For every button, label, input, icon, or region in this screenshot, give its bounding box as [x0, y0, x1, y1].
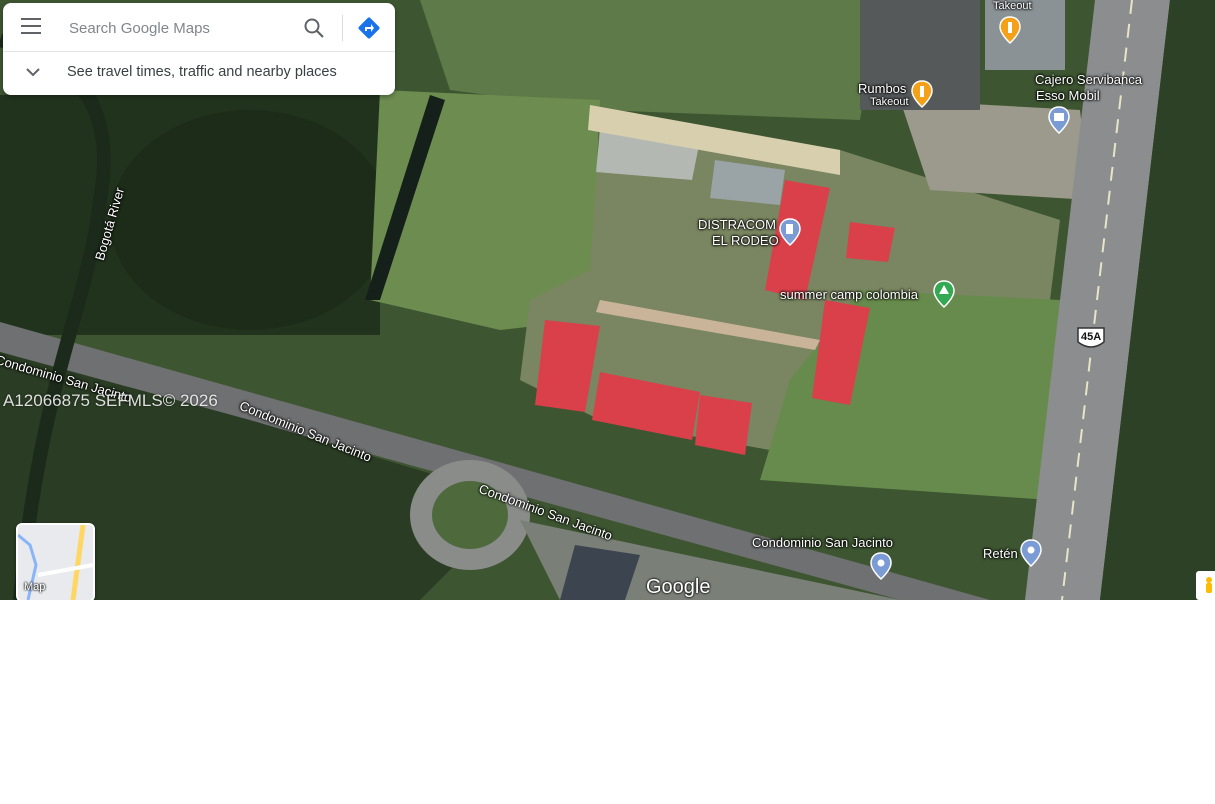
place-pin-icon[interactable]	[1020, 539, 1042, 568]
travel-times-text: See travel times, traffic and nearby pla…	[67, 64, 337, 80]
poi-distracom-label[interactable]: DISTRACOM	[698, 217, 776, 232]
poi-takeout-label[interactable]: Takeout	[993, 0, 1032, 12]
poi-reten-label[interactable]: Retén	[983, 546, 1018, 561]
atm-pin-icon[interactable]	[1048, 106, 1070, 135]
poi-cajero-label[interactable]: Cajero Servibanca	[1035, 72, 1142, 87]
pegman-icon[interactable]	[1196, 571, 1215, 600]
poi-cajero-sub: Esso Mobil	[1036, 88, 1100, 103]
food-pin-icon[interactable]	[999, 16, 1021, 45]
park-pin-icon[interactable]	[933, 280, 955, 309]
poi-condominio-label[interactable]: Condominio San Jacinto	[752, 535, 893, 550]
chevron-down-icon[interactable]	[25, 66, 41, 80]
search-row	[3, 3, 395, 52]
layer-toggle-label: Map	[24, 581, 46, 593]
search-divider	[342, 15, 343, 41]
poi-distracom-sub: EL RODEO	[712, 233, 779, 248]
food-pin-icon[interactable]	[911, 80, 933, 109]
google-logo: Google	[646, 576, 711, 598]
listing-watermark: A12066875 SEFMLS© 2026	[3, 391, 218, 410]
search-panel: See travel times, traffic and nearby pla…	[3, 3, 395, 95]
poi-rumbos-sub: Takeout	[870, 96, 909, 108]
menu-icon[interactable]	[21, 18, 41, 36]
map-layer-toggle[interactable]: Map	[16, 523, 95, 600]
highway-shield[interactable]: 45A	[1075, 326, 1107, 350]
poi-rumbos-label[interactable]: Rumbos	[858, 81, 906, 96]
poi-summer-camp-label[interactable]: summer camp colombia	[780, 287, 918, 302]
directions-icon[interactable]	[357, 16, 381, 40]
travel-times-row[interactable]: See travel times, traffic and nearby pla…	[3, 52, 395, 95]
gas-station-pin-icon[interactable]	[779, 218, 801, 247]
highway-number: 45A	[1081, 331, 1102, 343]
search-icon[interactable]	[303, 17, 325, 39]
place-pin-icon[interactable]	[870, 552, 892, 581]
search-input[interactable]	[67, 15, 291, 41]
